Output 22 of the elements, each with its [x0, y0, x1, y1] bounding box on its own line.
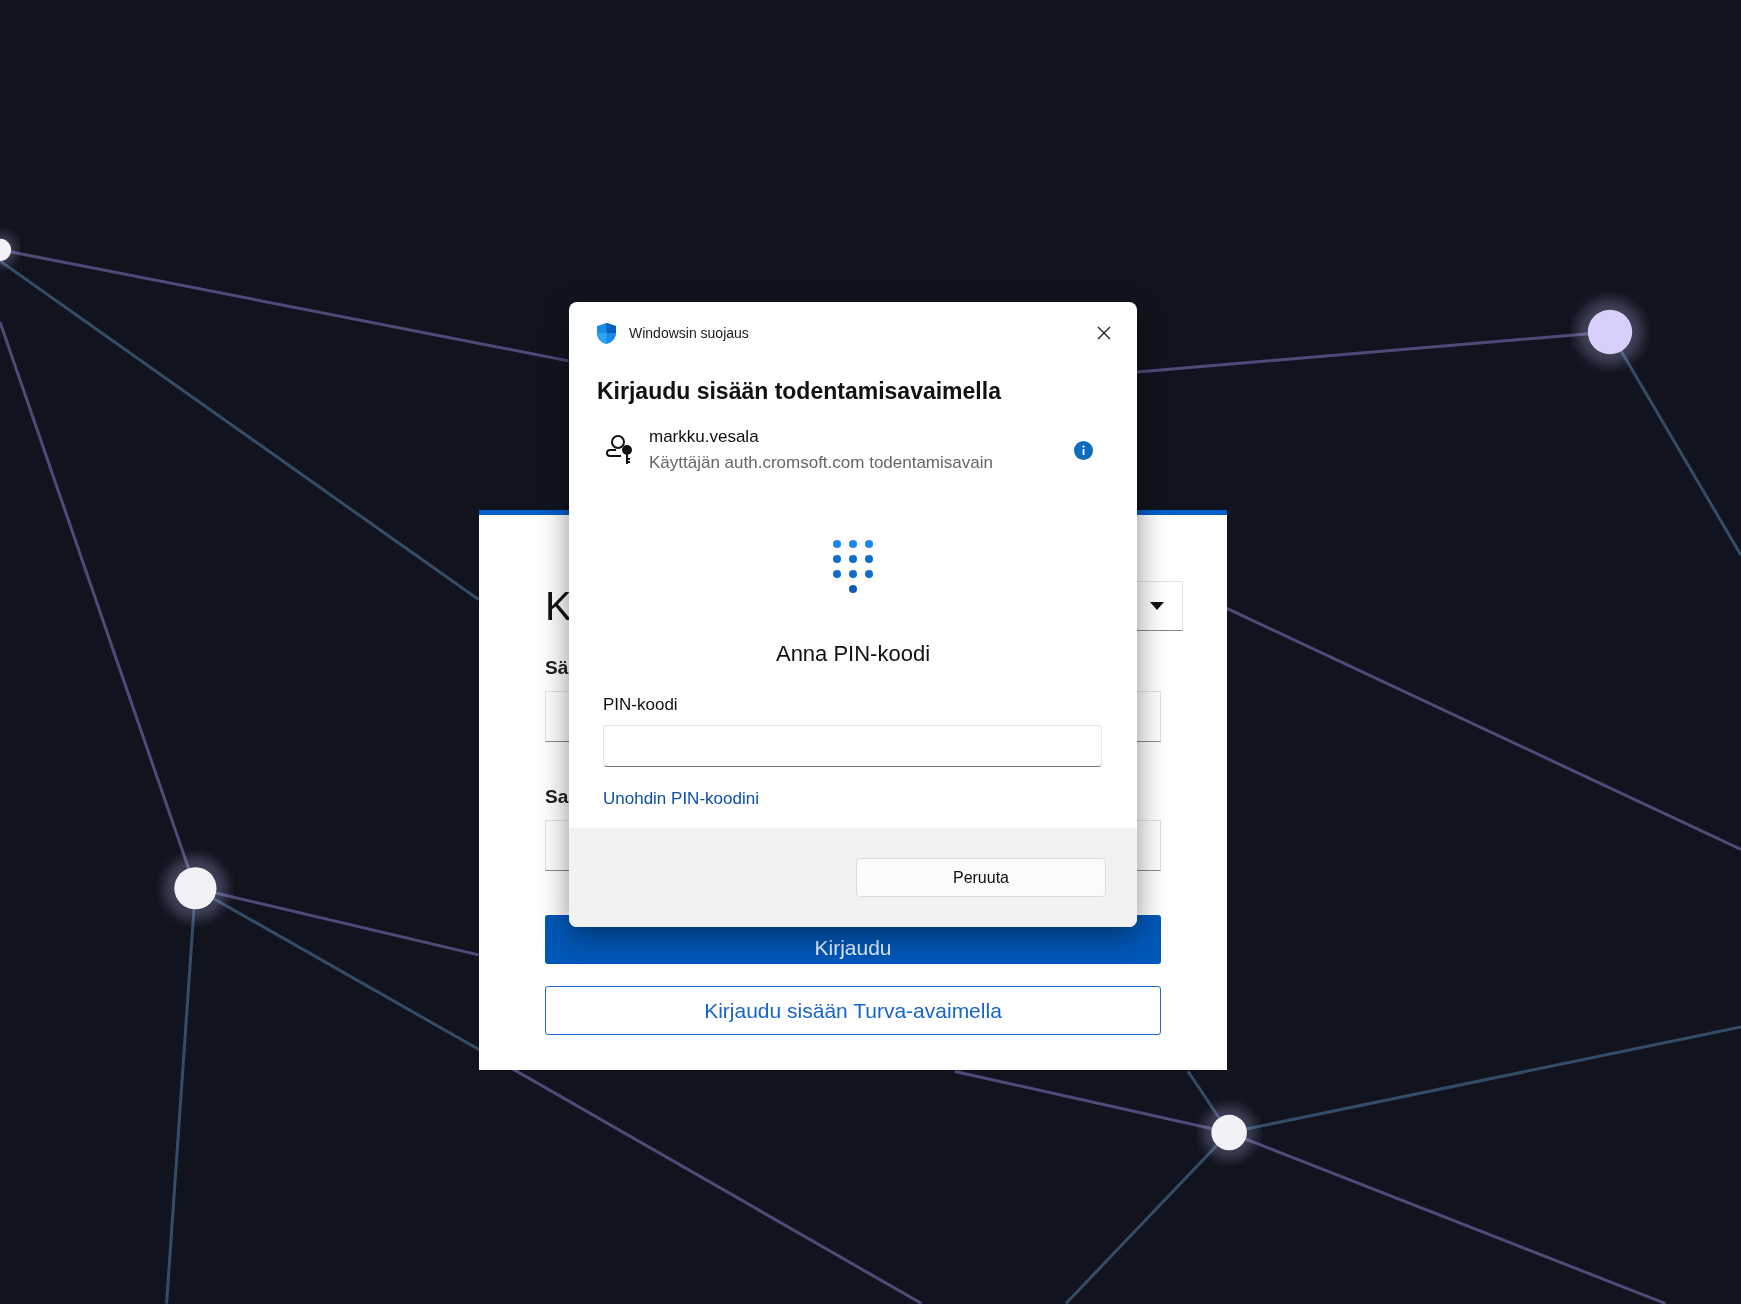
close-icon — [1097, 326, 1111, 340]
forgot-pin-link[interactable]: Unohdin PIN-koodini — [603, 789, 759, 809]
dialog-app-name: Windowsin suojaus — [629, 325, 750, 341]
glowing-node — [163, 856, 228, 920]
glowing-node — [1576, 298, 1644, 366]
security-key-button[interactable]: Kirjaudu sisään Turva-avaimella — [545, 986, 1161, 1035]
login-title: K — [545, 583, 572, 629]
info-icon[interactable] — [1074, 440, 1093, 460]
pin-prompt: Anna PIN-koodi — [774, 641, 932, 667]
dialog-heading: Kirjaudu sisään todentamisavaimella — [596, 377, 1003, 405]
user-key-icon — [605, 434, 635, 466]
pin-input[interactable] — [603, 725, 1102, 767]
pin-label: PIN-koodi — [602, 695, 679, 715]
caret-icon — [1150, 602, 1164, 610]
cancel-button[interactable]: Peruuta — [856, 858, 1106, 897]
account-name: markku.vesala — [649, 427, 760, 447]
glowing-node — [1202, 1105, 1256, 1160]
glowing-node — [0, 233, 17, 267]
shield-icon — [597, 322, 616, 344]
field-label: Sa — [545, 786, 569, 808]
account-description: Käyttäjän auth.cromsoft.com todentamisavain — [649, 453, 994, 473]
field-label: Sä — [545, 657, 569, 679]
